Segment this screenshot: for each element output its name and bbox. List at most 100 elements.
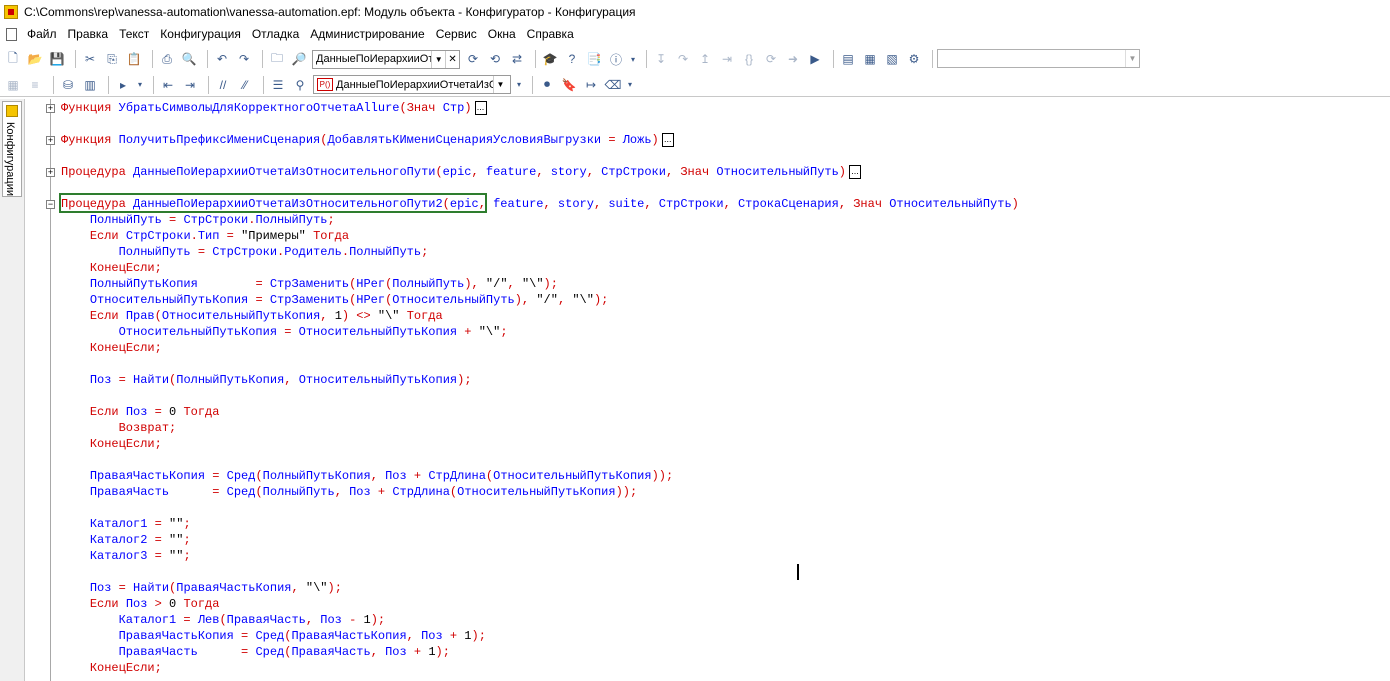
uncomment-icon[interactable]: ⁄⁄ <box>236 76 254 94</box>
debug-step-out-icon[interactable]: ↥ <box>696 50 714 68</box>
code-line[interactable] <box>26 564 1390 580</box>
menu-configuration[interactable]: Конфигурация <box>160 27 241 41</box>
code-line[interactable]: Каталог1 = ""; <box>26 516 1390 532</box>
global-search-input[interactable]: ▼ <box>937 49 1140 68</box>
code-line[interactable]: Возврат; <box>26 420 1390 436</box>
chevron-down-icon[interactable]: ▾ <box>626 76 634 94</box>
chevron-down-icon[interactable]: ▾ <box>136 76 144 94</box>
menu-debug[interactable]: Отладка <box>252 27 299 41</box>
code-line[interactable]: Каталог3 = ""; <box>26 548 1390 564</box>
settings-icon[interactable]: ⚙ <box>905 50 923 68</box>
menu-help[interactable]: Справка <box>527 27 574 41</box>
code-line[interactable]: ПолныйПуть = СтрСтроки.Родитель.ПолныйПу… <box>26 244 1390 260</box>
code-line[interactable]: ПраваяЧасть = Сред(ПраваяЧасть, Поз + 1)… <box>26 644 1390 660</box>
code-line[interactable]: ПраваяЧастьКопия = Сред(ПолныйПутьКопия,… <box>26 468 1390 484</box>
code-line[interactable]: КонецЕсли; <box>26 340 1390 356</box>
print-icon[interactable]: ⎙ <box>158 50 176 68</box>
print-preview-icon[interactable]: 🔍 <box>180 50 198 68</box>
comment-icon[interactable]: // <box>214 76 232 94</box>
code-line[interactable]: Каталог2 = ""; <box>26 532 1390 548</box>
collapsed-procedure-line[interactable]: + Процедура ДанныеПоИерархииОтчетаИзОтнос… <box>26 164 1390 180</box>
collapsed-procedure-line[interactable]: + Функция УбратьСимволыДляКорректногоОтче… <box>26 100 1390 116</box>
collapsed-block-icon[interactable]: ... <box>661 132 674 147</box>
undo-icon[interactable]: ↶ <box>213 50 231 68</box>
cut-icon[interactable]: ✂ <box>81 50 99 68</box>
info-icon[interactable]: ⓘ <box>607 50 625 68</box>
menu-administration[interactable]: Администрирование <box>310 27 424 41</box>
code-line[interactable]: КонецЕсли; <box>26 260 1390 276</box>
collapsed-block-icon[interactable]: ... <box>474 100 487 115</box>
assistant-icon[interactable]: 🎓 <box>541 50 559 68</box>
menu-windows[interactable]: Окна <box>488 27 516 41</box>
next-bookmark-icon[interactable]: ↦ <box>582 76 600 94</box>
save-icon[interactable]: 💾 <box>48 50 66 68</box>
code-line[interactable]: ПолныйПуть = СтрСтроки.ПолныйПуть; <box>26 212 1390 228</box>
indent-icon[interactable]: ⇤ <box>159 76 177 94</box>
code-line[interactable]: Каталог1 = Лев(ПраваяЧасть, Поз - 1); <box>26 612 1390 628</box>
code-line[interactable] <box>26 452 1390 468</box>
paste-icon[interactable]: 📋 <box>125 50 143 68</box>
expand-icon[interactable]: + <box>46 136 55 145</box>
format-icon[interactable]: ≡ <box>26 76 44 94</box>
procedures-list-icon[interactable]: ☰ <box>269 76 287 94</box>
debug-goto-icon[interactable]: ➜ <box>784 50 802 68</box>
syntax-helper-icon[interactable]: ? <box>563 50 581 68</box>
module-procedure-dropdown[interactable]: P() ДанныеПоИерархииОтчетаИзС ▼ <box>313 75 511 94</box>
database-icon[interactable]: ⛁ <box>59 76 77 94</box>
code-line[interactable]: Если СтрСтроки.Тип = "Примеры" Тогда <box>26 228 1390 244</box>
grid-icon[interactable]: ▦ <box>4 76 22 94</box>
procedure-header-line[interactable]: − Процедура ДанныеПоИерархииОтчетаИзОтнос… <box>26 196 1390 212</box>
menu-text[interactable]: Текст <box>119 27 149 41</box>
find-next-icon[interactable]: ⟳ <box>464 50 482 68</box>
chevron-down-icon[interactable]: ▾ <box>515 76 523 94</box>
reference-icon[interactable]: 📑 <box>585 50 603 68</box>
debug-continue-icon[interactable]: ▶ <box>806 50 824 68</box>
clear-icon[interactable]: ✕ <box>445 50 459 68</box>
code-line[interactable] <box>26 388 1390 404</box>
find-icon[interactable]: 🔎 <box>290 50 308 68</box>
configuration-tab[interactable]: Конфигурации <box>2 101 22 197</box>
chevron-down-icon[interactable]: ▼ <box>431 50 445 68</box>
module-icon[interactable]: ▤ <box>839 50 857 68</box>
chevron-down-icon[interactable]: ▼ <box>493 76 507 93</box>
code-line[interactable]: ПраваяЧасть = Сред(ПолныйПуть, Поз + Стр… <box>26 484 1390 500</box>
code-line[interactable]: Поз = Найти(ПраваяЧастьКопия, "\"); <box>26 580 1390 596</box>
procedure-search-dropdown[interactable]: ДанныеПоИерархииОт ▼ ✕ <box>312 49 460 69</box>
bookmark-icon[interactable]: 🔖 <box>560 76 578 94</box>
menu-file[interactable]: Файл <box>27 27 57 41</box>
clear-bookmarks-icon[interactable]: ⌫ <box>604 76 622 94</box>
expand-icon[interactable]: + <box>46 168 55 177</box>
redo-icon[interactable]: ↷ <box>235 50 253 68</box>
chevron-down-icon[interactable]: ▼ <box>1125 50 1139 67</box>
copy-icon[interactable]: ⎘ <box>103 50 121 68</box>
menu-service[interactable]: Сервис <box>436 27 477 41</box>
code-line[interactable]: КонецЕсли; <box>26 660 1390 676</box>
code-line[interactable]: ПраваяЧастьКопия = Сред(ПраваяЧастьКопия… <box>26 628 1390 644</box>
debug-step-over-icon[interactable]: ↷ <box>674 50 692 68</box>
table-icon[interactable]: ▥ <box>81 76 99 94</box>
replace-icon[interactable]: ⇄ <box>508 50 526 68</box>
breakpoint-icon[interactable]: ⏺ <box>538 76 556 94</box>
collapsed-procedure-line[interactable]: + Функция ПолучитьПрефиксИмениСценария(До… <box>26 132 1390 148</box>
code-line[interactable]: Если Поз = 0 Тогда <box>26 404 1390 420</box>
code-line[interactable]: Если Поз > 0 Тогда <box>26 596 1390 612</box>
code-line[interactable] <box>26 500 1390 516</box>
find-in-files-icon[interactable]: 🗀 <box>268 50 286 68</box>
code-line[interactable]: Если Прав(ОтносительныйПутьКопия, 1) <> … <box>26 308 1390 324</box>
open-folder-icon[interactable]: 📂 <box>26 50 44 68</box>
new-file-icon[interactable]: 🗋 <box>4 50 22 68</box>
code-line[interactable] <box>26 356 1390 372</box>
collapsed-block-icon[interactable]: ... <box>849 164 861 179</box>
chevron-down-icon[interactable]: ▾ <box>629 50 637 68</box>
debug-loop-icon[interactable]: ⟳ <box>762 50 780 68</box>
debug-run-to-cursor-icon[interactable]: ⇥ <box>718 50 736 68</box>
code-line[interactable]: ОтносительныйПутьКопия = СтрЗаменить(НРе… <box>26 292 1390 308</box>
collapse-icon[interactable]: − <box>46 200 55 209</box>
insert-icon[interactable]: ▸ <box>114 76 132 94</box>
code-line[interactable]: ОтносительныйПутьКопия = ОтносительныйПу… <box>26 324 1390 340</box>
goto-definition-icon[interactable]: ⚲ <box>291 76 309 94</box>
code-editor[interactable]: + Функция УбратьСимволыДляКорректногоОтче… <box>26 99 1390 681</box>
code-line[interactable]: ПолныйПутьКопия = СтрЗаменить(НРег(Полны… <box>26 276 1390 292</box>
form-icon[interactable]: ▦ <box>861 50 879 68</box>
document-icon[interactable] <box>6 27 17 41</box>
